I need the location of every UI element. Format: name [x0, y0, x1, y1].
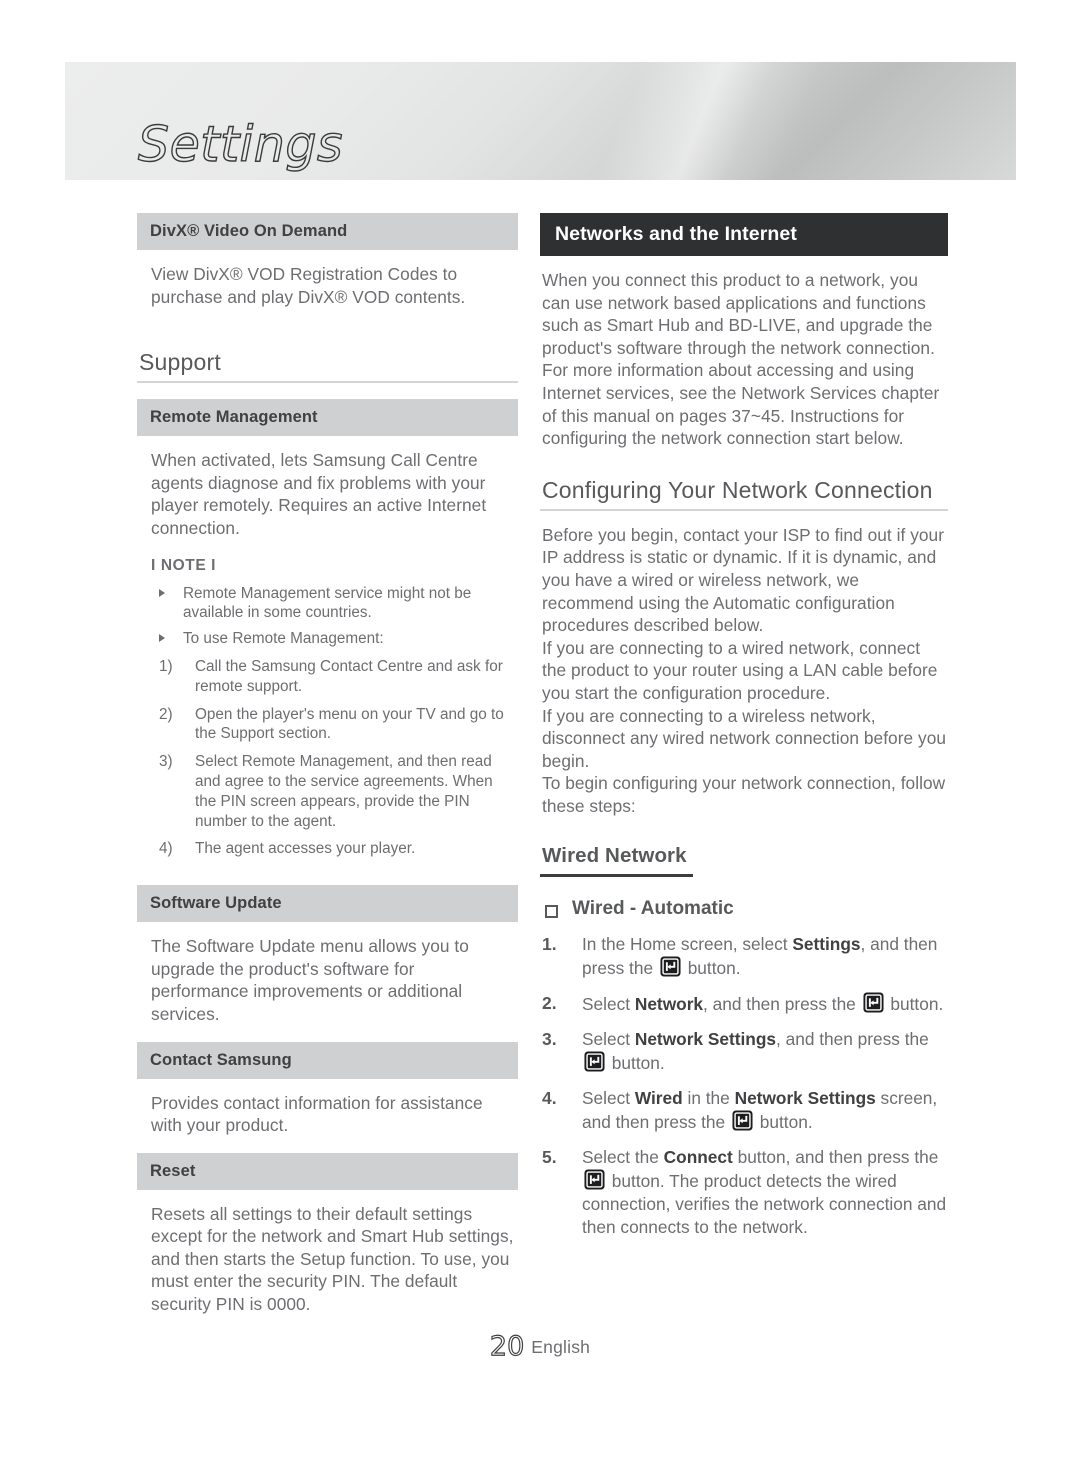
- procedure-step: 5. Select the Connect button, and then pr…: [542, 1147, 947, 1238]
- section-heading-contact-samsung: Contact Samsung: [137, 1041, 518, 1079]
- step-text: Select Remote Management, and then read …: [195, 753, 493, 830]
- section-heading-networks: Networks and the Internet: [540, 213, 948, 256]
- step-text: Open the player's menu on your TV and go…: [195, 705, 504, 743]
- section-heading-support: Support: [137, 348, 518, 384]
- remote-management-steps: 1) Call the Samsung Contact Centre and a…: [137, 649, 518, 859]
- manual-page: Settings DivX® Video On Demand View DivX…: [0, 0, 1080, 1477]
- configuring-body-1: Before you begin, contact your ISP to fi…: [542, 524, 945, 636]
- divx-body: View DivX® VOD Registration Codes to pur…: [151, 264, 466, 307]
- procedure-step: 2. Select Network, and then press the but…: [542, 992, 944, 1015]
- note-label: I NOTE I: [151, 556, 217, 574]
- procedure-step: 4. Select Wired in the Network Settings s…: [542, 1088, 938, 1133]
- list-item: 4) The agent accesses your player.: [151, 831, 518, 859]
- emphasis-text: Settings: [792, 934, 861, 955]
- emphasis-text: Network: [634, 994, 704, 1015]
- footer-language: English: [531, 1337, 591, 1357]
- step-number: 4): [159, 840, 173, 858]
- list-item: 2) Open the player's menu on your TV and…: [151, 697, 518, 745]
- enter-button-icon: [584, 1051, 605, 1072]
- remote-management-body: When activated, lets Samsung Call Centre…: [151, 450, 487, 538]
- emphasis-text: Wired: [634, 1088, 683, 1109]
- emphasis-text: Network Settings: [634, 1029, 776, 1050]
- page-number: 20: [489, 1330, 525, 1362]
- step-number: 2): [159, 705, 173, 723]
- step-number: 3): [159, 753, 173, 771]
- page-footer: 20 English: [0, 1330, 1080, 1362]
- configuring-body-2: If you are connecting to a wired network…: [542, 637, 938, 703]
- procedure-step: 3. Select Network Settings, and then pres…: [542, 1029, 929, 1074]
- configuring-body-4: To begin configuring your network connec…: [542, 773, 946, 816]
- emphasis-text: Network Settings: [734, 1088, 876, 1109]
- software-update-body: The Software Update menu allows you to u…: [151, 936, 469, 1024]
- enter-button-icon: [863, 992, 884, 1013]
- step-number: 4.: [542, 1088, 557, 1109]
- list-item: Remote Management service might not be a…: [151, 578, 518, 624]
- section-heading-reset: Reset: [137, 1152, 518, 1190]
- networks-body: When you connect this product to a netwo…: [542, 270, 940, 449]
- emphasis-text: Connect: [663, 1147, 733, 1168]
- page-title: Settings: [137, 116, 343, 173]
- triangle-bullet-icon: [159, 634, 165, 643]
- triangle-bullet-icon: [159, 588, 165, 597]
- wired-automatic-procedure: 1. In the Home screen, select Settings, a…: [540, 921, 948, 1239]
- step-text: The agent accesses your player.: [195, 840, 416, 858]
- section-heading-wired-network: Wired Network: [540, 843, 693, 878]
- left-column: DivX® Video On Demand View DivX® VOD Reg…: [137, 213, 518, 1316]
- square-bullet-icon: [545, 905, 558, 919]
- enter-button-icon: [660, 956, 681, 977]
- remote-management-notes: Remote Management service might not be a…: [137, 578, 518, 649]
- procedure-step: 1. In the Home screen, select Settings, a…: [542, 934, 938, 979]
- step-number: 5.: [542, 1147, 557, 1168]
- enter-button-icon: [584, 1169, 605, 1190]
- reset-body: Resets all settings to their default set…: [151, 1203, 514, 1315]
- right-column: Networks and the Internet When you conne…: [540, 213, 948, 1239]
- contact-samsung-body: Provides contact information for assista…: [151, 1092, 483, 1136]
- step-number: 1): [159, 657, 173, 675]
- section-heading-configuring: Configuring Your Network Connection: [540, 476, 948, 511]
- configuring-body-3: If you are connecting to a wireless netw…: [542, 705, 947, 771]
- subsection-heading-wired-automatic: Wired - Automatic: [540, 877, 948, 921]
- wired-automatic-label: Wired - Automatic: [572, 898, 734, 920]
- list-item: 1) Call the Samsung Contact Centre and a…: [151, 649, 518, 697]
- list-item: 3) Select Remote Management, and then re…: [151, 744, 518, 831]
- step-number: 2.: [542, 993, 557, 1014]
- step-number: 1.: [542, 934, 557, 955]
- note-text: To use Remote Management:: [183, 630, 384, 648]
- step-text: Call the Samsung Contact Centre and ask …: [195, 657, 503, 695]
- enter-button-icon: [732, 1110, 753, 1131]
- note-text: Remote Management service might not be a…: [183, 584, 472, 622]
- section-heading-software-update: Software Update: [137, 885, 518, 923]
- list-item: To use Remote Management:: [151, 623, 518, 649]
- section-heading-divx: DivX® Video On Demand: [137, 213, 518, 250]
- step-number: 3.: [542, 1029, 557, 1050]
- section-heading-remote-management: Remote Management: [137, 399, 518, 437]
